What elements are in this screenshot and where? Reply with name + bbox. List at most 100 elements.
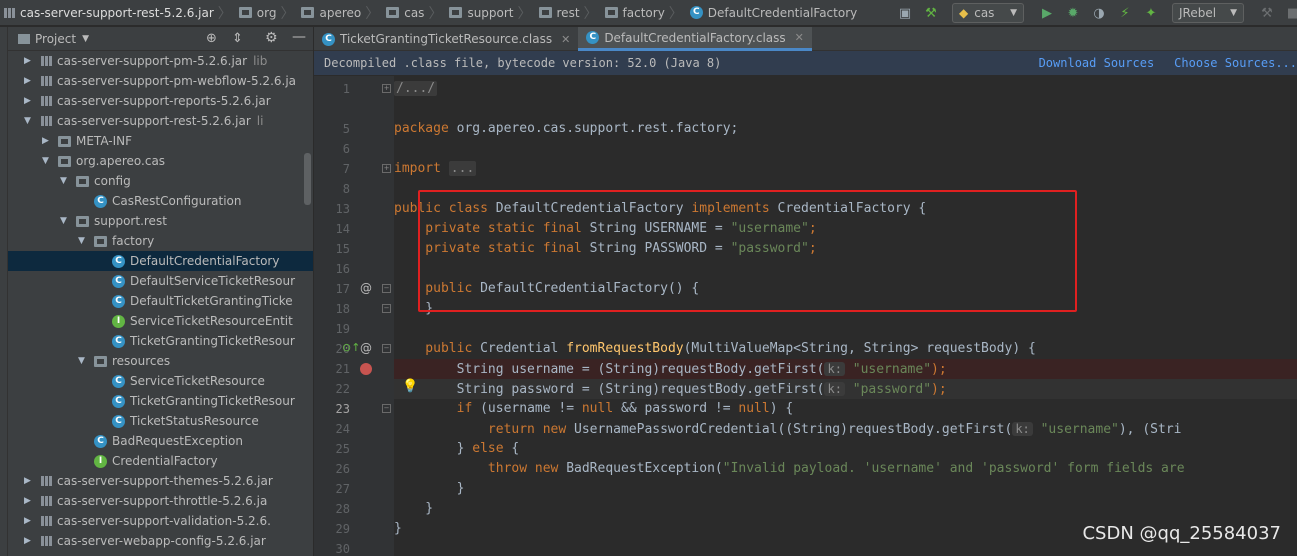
tree-item[interactable]: C DefaultServiceTicketResour xyxy=(8,271,313,291)
choose-sources-link[interactable]: Choose Sources... xyxy=(1174,56,1297,70)
fold-marker-icon[interactable]: − xyxy=(382,404,391,413)
chevron-down-icon[interactable]: ▼ xyxy=(82,34,89,44)
code-line-1[interactable]: /.../ xyxy=(394,79,438,99)
tree-item[interactable]: ▶ META-INF xyxy=(8,131,313,151)
keyword: if xyxy=(394,401,473,416)
stop-icon[interactable]: ■ xyxy=(1282,2,1297,24)
tree-item[interactable]: ▶ cas-server-support-pm-webflow-5.2.6.ja xyxy=(8,71,313,91)
tree-item[interactable]: ▼ factory xyxy=(8,231,313,251)
tree-item[interactable]: C DefaultCredentialFactory xyxy=(8,251,313,271)
chevron-right-icon[interactable]: ▶ xyxy=(24,96,34,106)
project-title[interactable]: Project xyxy=(35,32,76,46)
line-number: 16 xyxy=(335,262,350,276)
tree-item[interactable]: C TicketGrantingTicketResour xyxy=(8,391,313,411)
implements-method-icon[interactable]: ⊙↑ xyxy=(342,341,360,354)
breadcrumb-separator: 〉 xyxy=(583,5,598,22)
tool-window-strip xyxy=(0,27,8,556)
coverage-icon[interactable]: ◑ xyxy=(1088,2,1110,24)
tree-item[interactable]: C DefaultTicketGrantingTicke xyxy=(8,291,313,311)
folded-region[interactable]: /.../ xyxy=(394,81,438,96)
chevron-down-icon[interactable]: ▼ xyxy=(42,156,52,166)
code-line-28[interactable]: } xyxy=(394,479,465,499)
tree-item[interactable]: ▶ cas-server-support-throttle-5.2.6.ja xyxy=(8,491,313,511)
fold-marker-icon[interactable]: − xyxy=(382,284,391,293)
breadcrumb-apereo[interactable]: apereo xyxy=(298,0,365,26)
build-hammer-icon[interactable]: ⚒ xyxy=(920,2,942,24)
fold-marker-icon[interactable]: − xyxy=(382,304,391,313)
tree-item[interactable]: ▶ cas-server-support-themes-5.2.6.jar xyxy=(8,471,313,491)
tree-item[interactable]: C TicketStatusResource xyxy=(8,411,313,431)
tree-item[interactable]: C BadRequestException xyxy=(8,431,313,451)
code-line-25[interactable]: return new UsernamePasswordCredential((S… xyxy=(394,419,1181,439)
breakpoint-icon[interactable] xyxy=(360,363,372,375)
code-line-6[interactable]: package org.apereo.cas.support.rest.fact… xyxy=(394,119,738,139)
target-icon[interactable]: ⊕ xyxy=(206,31,217,46)
close-icon[interactable]: ✕ xyxy=(561,33,570,46)
code-line-30[interactable]: } xyxy=(394,519,402,539)
download-sources-link[interactable]: Download Sources xyxy=(1039,56,1155,70)
collapse-icon[interactable]: ⇕ xyxy=(232,31,243,46)
tab-ticket-granting-ticket-resource[interactable]: C TicketGrantingTicketResource.class ✕ xyxy=(314,27,578,51)
chevron-down-icon[interactable]: ▼ xyxy=(78,236,88,246)
code-line-22[interactable]: String username = (String)requestBody.ge… xyxy=(394,359,947,379)
package-icon xyxy=(449,7,463,18)
tree-item[interactable]: ▶ cas-server-support-reports-5.2.6.jar xyxy=(8,91,313,111)
chevron-down-icon[interactable]: ▼ xyxy=(24,116,34,126)
code-line-8[interactable]: import ... xyxy=(394,159,477,179)
tab-default-credential-factory[interactable]: C DefaultCredentialFactory.class ✕ xyxy=(578,27,812,51)
breadcrumb-class[interactable]: C DefaultCredentialFactory xyxy=(687,0,861,26)
code-line-24[interactable]: if (username != null && password != null… xyxy=(394,399,794,419)
tree-item[interactable]: C TicketGrantingTicketResour xyxy=(8,331,313,351)
code-line-27[interactable]: throw new BadRequestException("Invalid p… xyxy=(394,459,1185,479)
gear-icon[interactable]: ⚙ xyxy=(265,30,278,46)
tree-item[interactable]: ▼ cas-server-support-rest-5.2.6.jar li xyxy=(8,111,313,131)
chevron-right-icon[interactable]: ▶ xyxy=(24,76,34,86)
run-config-dropdown[interactable]: ◆ cas ▼ xyxy=(952,3,1024,23)
tree-item[interactable]: ▼ resources xyxy=(8,351,313,371)
tree-item[interactable]: I CredentialFactory xyxy=(8,451,313,471)
breadcrumb-support[interactable]: support xyxy=(446,0,517,26)
editor-tabs: C TicketGrantingTicketResource.class ✕ C… xyxy=(314,27,1297,51)
jar-icon xyxy=(3,7,15,19)
fold-marker-icon[interactable]: + xyxy=(382,164,391,173)
fold-marker-icon[interactable]: + xyxy=(382,84,391,93)
breadcrumb-org[interactable]: org xyxy=(236,0,281,26)
code-line-23[interactable]: String password = (String)requestBody.ge… xyxy=(394,379,947,399)
fold-marker-icon[interactable]: − xyxy=(382,344,391,353)
chevron-down-icon[interactable]: ▼ xyxy=(60,216,70,226)
code-line-26[interactable]: } else { xyxy=(394,439,520,459)
folded-imports[interactable]: ... xyxy=(448,161,477,176)
tree-item[interactable]: ▶ cas-server-support-pm-5.2.6.jar lib xyxy=(8,51,313,71)
debug-icon[interactable]: ✹ xyxy=(1062,2,1084,24)
chevron-right-icon[interactable]: ▶ xyxy=(24,516,34,526)
chevron-right-icon[interactable]: ▶ xyxy=(24,536,34,546)
hammer-disabled-icon[interactable]: ⚒ xyxy=(1256,2,1278,24)
breadcrumb-cas[interactable]: cas xyxy=(383,0,428,26)
minimize-icon[interactable]: — xyxy=(292,29,306,45)
tree-item[interactable]: ▼ support.rest xyxy=(8,211,313,231)
breadcrumb-jar[interactable]: cas-server-support-rest-5.2.6.jar xyxy=(0,0,218,26)
chevron-down-icon[interactable]: ▼ xyxy=(78,356,88,366)
chevron-right-icon[interactable]: ▶ xyxy=(24,476,34,486)
chevron-down-icon[interactable]: ▼ xyxy=(60,176,70,186)
jrebel-run-icon[interactable]: ⚡ xyxy=(1114,2,1136,24)
close-icon[interactable]: ✕ xyxy=(795,31,804,44)
tree-item[interactable]: ▶ cas-server-webapp-config-5.2.6.jar xyxy=(8,531,313,551)
code-line-21[interactable]: public Credential fromRequestBody(MultiV… xyxy=(394,339,1036,359)
tree-item[interactable]: ▼ org.apereo.cas xyxy=(8,151,313,171)
tree-item[interactable]: C ServiceTicketResource xyxy=(8,371,313,391)
terminal-icon[interactable]: ▣ xyxy=(894,2,916,24)
tree-item[interactable]: C CasRestConfiguration xyxy=(8,191,313,211)
run-icon[interactable]: ▶ xyxy=(1036,2,1058,24)
jrebel-debug-icon[interactable]: ✦ xyxy=(1140,2,1162,24)
chevron-right-icon[interactable]: ▶ xyxy=(42,136,52,146)
breadcrumb-factory[interactable]: factory xyxy=(602,0,669,26)
chevron-right-icon[interactable]: ▶ xyxy=(24,56,34,66)
chevron-right-icon[interactable]: ▶ xyxy=(24,496,34,506)
tree-item[interactable]: ▼ config xyxy=(8,171,313,191)
tree-item[interactable]: ▶ cas-server-support-validation-5.2.6. xyxy=(8,511,313,531)
tree-item[interactable]: I ServiceTicketResourceEntit xyxy=(8,311,313,331)
code-line-29[interactable]: } xyxy=(394,499,433,519)
jrebel-dropdown[interactable]: JRebel ▼ xyxy=(1172,3,1244,23)
breadcrumb-rest[interactable]: rest xyxy=(536,0,584,26)
